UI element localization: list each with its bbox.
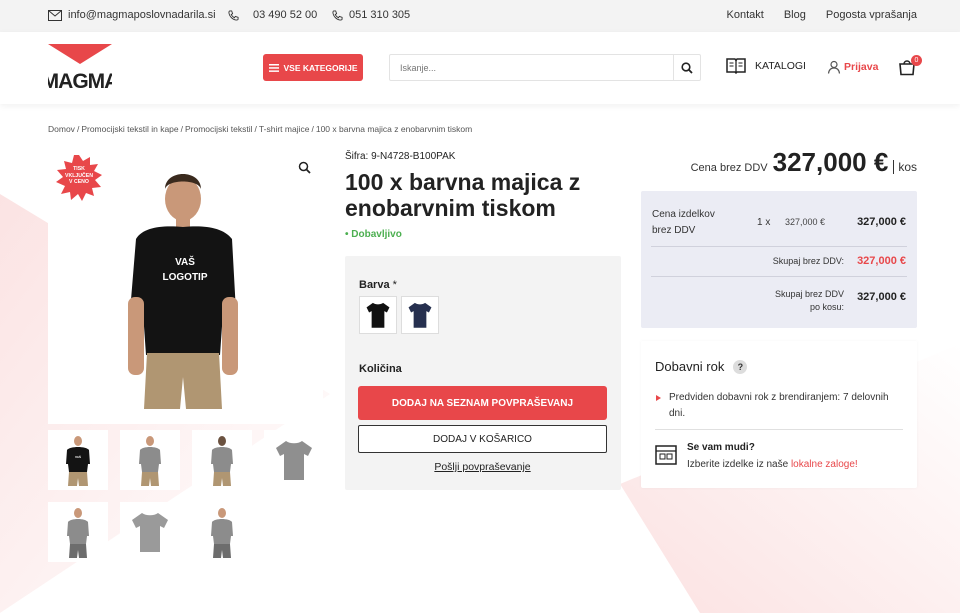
color-label: Barva * xyxy=(359,279,397,291)
divider xyxy=(651,276,907,277)
delivery-info: Dobavni rok ? Predviden dobavni rok z br… xyxy=(641,341,917,488)
login-link[interactable]: Prijava xyxy=(827,60,878,74)
top-bar: info@magmaposlovnadarila.si 03 490 52 00… xyxy=(0,0,960,32)
svg-text:VAŠ: VAŠ xyxy=(75,454,81,459)
shirt-print-line-2: LOGOTIP xyxy=(163,272,208,283)
catalogs-label: KATALOGI xyxy=(755,60,806,72)
per-piece-value: 327,000 € xyxy=(857,291,906,303)
breadcrumb-textile[interactable]: Promocijski tekstil xyxy=(185,124,253,134)
shirt-print-line-1: VAŠ xyxy=(175,255,195,268)
phone-link-2[interactable]: 051 310 305 xyxy=(332,9,410,21)
thumbnail-4[interactable] xyxy=(264,430,324,490)
thumbnail-5[interactable] xyxy=(48,502,108,562)
login-label: Prijava xyxy=(844,61,879,73)
thumbnail-1[interactable]: VAŠ xyxy=(48,430,108,490)
thumbnail-6[interactable] xyxy=(120,502,180,562)
divider xyxy=(655,429,903,430)
hurry-title: Se vam mudi? xyxy=(687,442,755,453)
total-label: Skupaj brez DDV: xyxy=(772,256,844,266)
search-input[interactable] xyxy=(390,55,673,80)
items-unit-price: 327,000 € xyxy=(785,217,826,227)
search-bar xyxy=(389,54,701,81)
help-icon[interactable]: ? xyxy=(733,359,748,374)
divider xyxy=(651,246,907,247)
phone-text-1: 03 490 52 00 xyxy=(253,9,318,21)
stock-status-text: Dobavljivo xyxy=(351,229,402,240)
link-faq[interactable]: Pogosta vprašanja xyxy=(826,9,917,21)
top-links: Kontakt Blog Pogosta vprašanja xyxy=(727,9,917,21)
delivery-title-text: Dobavni rok xyxy=(655,359,725,374)
quantity-label: Količina xyxy=(359,363,402,375)
delivery-estimate: Predviden dobavni rok z brendiranjem: 7 … xyxy=(655,390,905,422)
local-stock-link[interactable]: lokalne zaloge! xyxy=(791,459,858,470)
email-text: info@magmaposlovnadarila.si xyxy=(68,9,216,21)
add-to-cart-button[interactable]: DODAJ V KOŠARICO xyxy=(358,425,607,453)
site-logo[interactable]: MAGMA xyxy=(42,44,120,93)
hurry-text: Izberite izdelke iz naše lokalne zaloge! xyxy=(687,459,858,470)
items-price-label: Cena izdelkov brez DDV xyxy=(652,209,715,236)
catalogs-link[interactable]: KATALOGI xyxy=(726,58,806,74)
phone-icon xyxy=(332,9,343,21)
phone-icon xyxy=(228,9,239,21)
price-value: 327,000 € xyxy=(772,147,889,177)
menu-icon xyxy=(268,63,279,72)
phone-link-1[interactable]: 03 490 52 00 xyxy=(228,9,317,21)
email-link[interactable]: info@magmaposlovnadarila.si xyxy=(48,9,216,21)
price-unit: kos xyxy=(893,160,917,174)
thumbnail-2[interactable] xyxy=(120,430,180,490)
site-header: MAGMA VSE KATEGORIJE KATALOGI Prijava 0 xyxy=(0,32,960,104)
link-blog[interactable]: Blog xyxy=(784,9,806,21)
search-icon xyxy=(681,61,693,74)
required-mark: * xyxy=(392,279,397,291)
breadcrumb-home[interactable]: Domov xyxy=(48,124,75,134)
tshirt-black-icon xyxy=(366,302,390,328)
price-header: Cena brez DDV 327,000 € kos xyxy=(642,147,917,178)
color-swatch-navy[interactable] xyxy=(401,296,439,334)
svg-text:MAGMA: MAGMA xyxy=(48,70,112,92)
product-main-image[interactable]: VAŠ LOGOTIP TISK VKLJUČEN V CENO xyxy=(48,147,323,424)
color-swatch-black[interactable] xyxy=(359,296,397,334)
price-summary: Cena izdelkov brez DDV 1 x 327,000 € 327… xyxy=(641,191,917,328)
send-inquiry-link: Pošlji povpraševanje xyxy=(358,461,607,473)
mail-icon xyxy=(48,9,62,21)
total-value: 327,000 € xyxy=(857,255,906,267)
cart-count-badge: 0 xyxy=(911,55,922,66)
stamp-text: TISK VKLJUČEN V CENO xyxy=(65,166,93,185)
phone-text-2: 051 310 305 xyxy=(349,9,411,21)
search-button[interactable] xyxy=(673,55,700,80)
warehouse-box-icon xyxy=(655,445,677,465)
breadcrumb: Domov / Promocijski tekstil in kape / Promoc… xyxy=(48,124,473,134)
print-included-stamp: TISK VKLJUČEN V CENO xyxy=(54,153,104,203)
thumbnail-3[interactable] xyxy=(192,430,252,490)
all-categories-button[interactable]: VSE KATEGORIJE xyxy=(263,54,363,81)
user-icon xyxy=(827,60,841,74)
breadcrumb-textile-caps[interactable]: Promocijski tekstil in kape xyxy=(81,124,178,134)
breadcrumb-tshirts[interactable]: T-shirt majice xyxy=(259,124,310,134)
product-options: Barva * Količina xyxy=(345,256,621,490)
thumbnail-7[interactable] xyxy=(192,502,252,562)
color-label-text: Barva xyxy=(359,279,390,291)
product-sku: Šifra: 9-N4728-B100PAK xyxy=(345,151,456,162)
price-label: Cena brez DDV xyxy=(690,162,768,174)
all-categories-label: VSE KATEGORIJE xyxy=(283,62,358,73)
items-total: 327,000 € xyxy=(857,216,906,228)
hurry-text-main: Izberite izdelke iz naše xyxy=(687,459,789,470)
delivery-title: Dobavni rok ? xyxy=(655,359,748,374)
per-piece-label: Skupaj brez DDV po kosu: xyxy=(774,289,844,312)
book-icon xyxy=(726,58,746,74)
cart-button[interactable]: 0 xyxy=(898,55,922,80)
send-inquiry-text[interactable]: Pošlji povpraševanje xyxy=(434,461,530,473)
product-title: 100 x barvna majica z enobarvnim tiskom xyxy=(345,169,581,221)
add-to-inquiry-button[interactable]: DODAJ NA SEZNAM POVPRAŠEVANJ xyxy=(358,386,607,420)
link-kontakt[interactable]: Kontakt xyxy=(727,9,764,21)
tshirt-navy-icon xyxy=(408,302,432,328)
zoom-icon[interactable] xyxy=(298,161,311,174)
breadcrumb-current: 100 x barvna majica z enobarvnim tiskom xyxy=(315,124,473,134)
items-quantity: 1 x xyxy=(757,217,771,228)
product-page: Domov / Promocijski tekstil in kape / Promoc… xyxy=(0,104,960,613)
stock-status: • Dobavljivo xyxy=(345,229,402,240)
